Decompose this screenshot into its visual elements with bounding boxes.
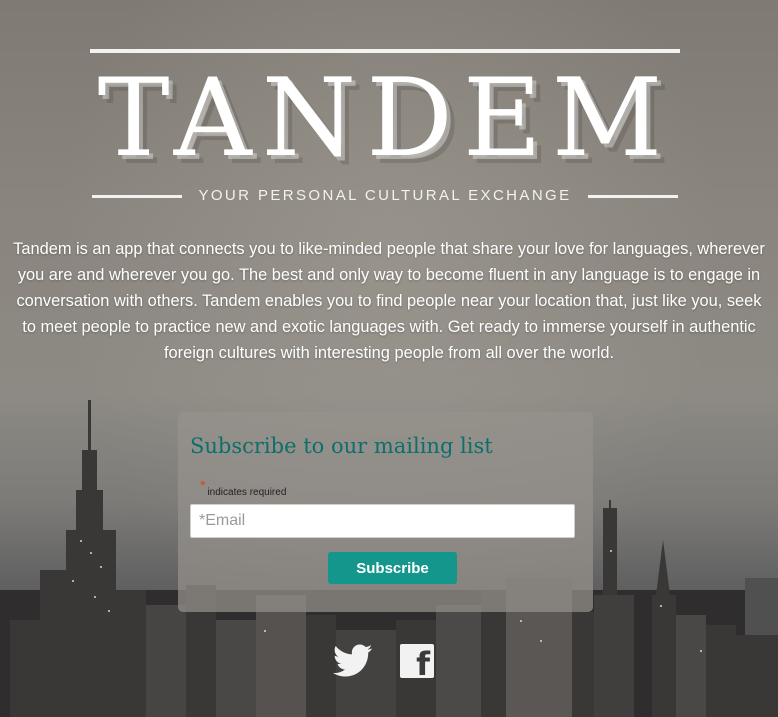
intro-paragraph: Tandem is an app that connects you to li… <box>13 240 765 362</box>
tandem-logo: TANDEM <box>97 56 673 181</box>
subscribe-button[interactable]: Subscribe <box>328 552 457 584</box>
email-input[interactable] <box>190 504 575 538</box>
tagline-right-rule <box>588 195 678 198</box>
required-star: * <box>200 477 206 493</box>
twitter-icon[interactable] <box>333 644 373 680</box>
top-rule <box>90 49 680 53</box>
mailing-list-title: Subscribe to our mailing list <box>190 434 493 458</box>
required-note: * indicates required <box>200 477 287 498</box>
mailing-list-card: Subscribe to our mailing list * indicates… <box>178 412 593 612</box>
twitter-bird-glyph <box>333 644 373 677</box>
tagline-row: YOUR PERSONAL CULTURAL EXCHANGE <box>92 184 678 208</box>
required-note-text: indicates required <box>207 487 287 498</box>
facebook-icon[interactable]: f <box>400 644 434 678</box>
